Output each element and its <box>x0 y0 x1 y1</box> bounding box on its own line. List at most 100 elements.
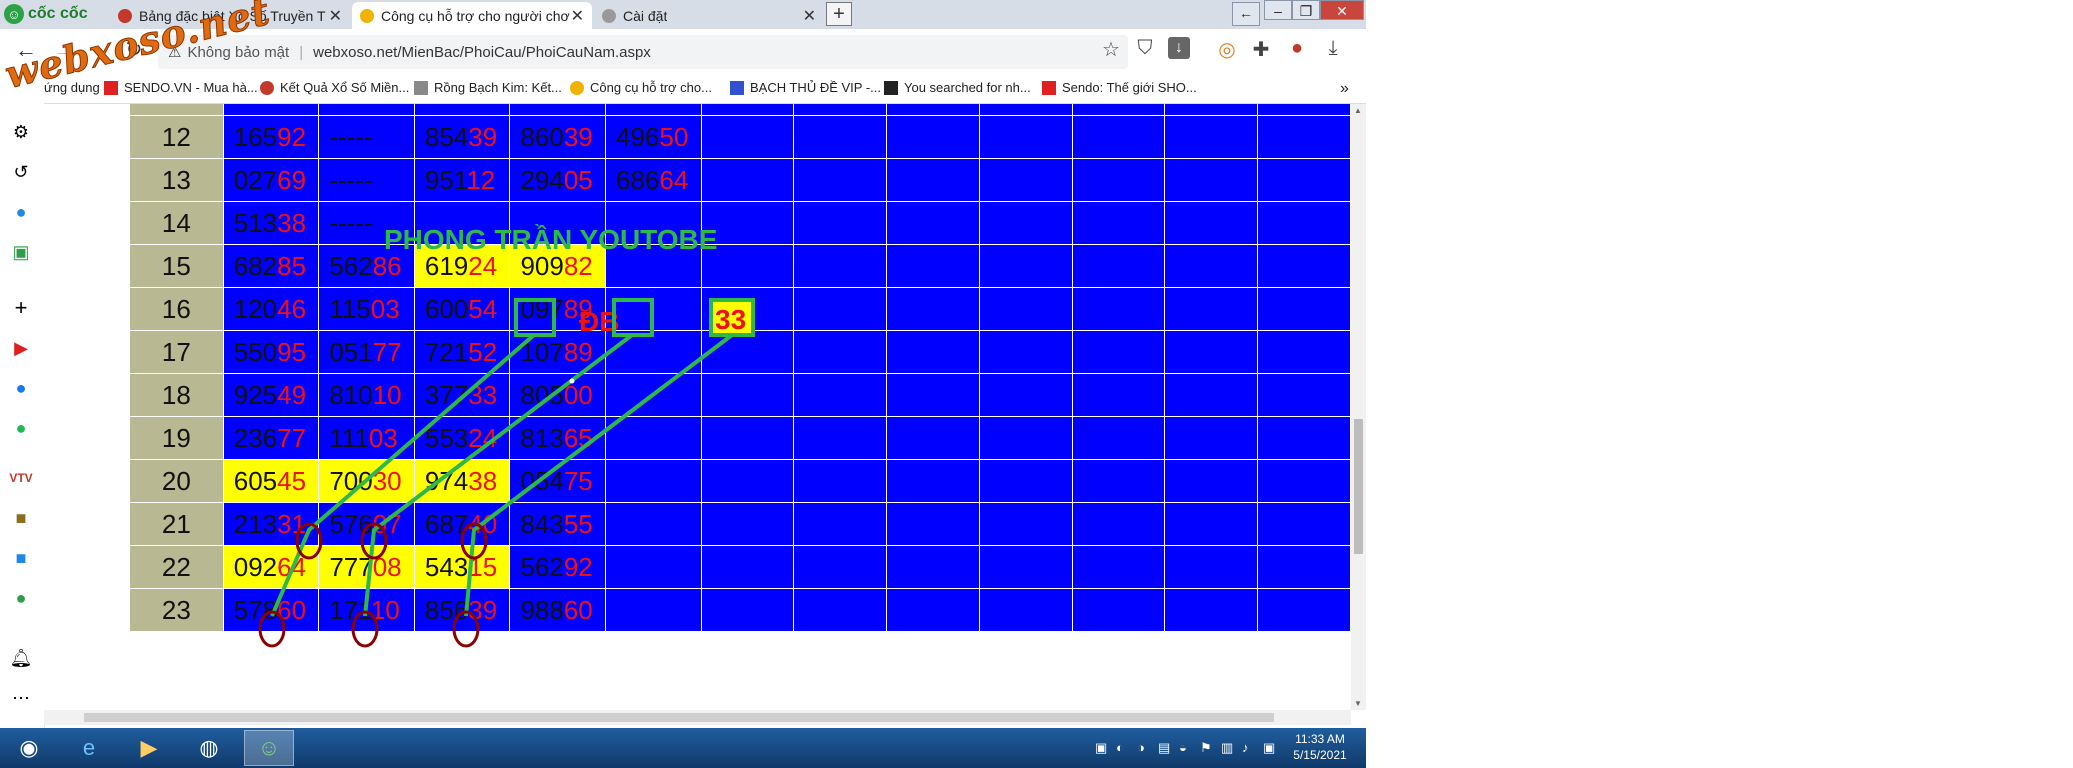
tab-settings[interactable]: Cài đặt ✕ <box>594 2 824 29</box>
vertical-scrollbar[interactable]: ▲ ▼ <box>1351 104 1366 710</box>
result-cell: 29013 <box>509 104 606 116</box>
address-bar[interactable]: ⚠ Không bảo mật | webxoso.net/MienBac/Ph… <box>158 35 1128 69</box>
add-icon[interactable]: + <box>9 295 33 320</box>
vtv-icon[interactable]: VTV <box>9 466 33 490</box>
empty-cell <box>700 115 795 159</box>
history-icon[interactable]: ↺ <box>9 160 33 184</box>
more-icon[interactable]: ⋯ <box>9 686 33 710</box>
tray-icon[interactable]: ◑ <box>1137 740 1145 755</box>
number-suffix: 07 <box>372 508 402 539</box>
more-bookmarks-icon[interactable]: » <box>1340 80 1349 98</box>
extension-icon[interactable]: ◎ <box>1214 37 1240 62</box>
clock[interactable]: 11:33 AM 5/15/2021 <box>1285 731 1355 763</box>
sendo-icon <box>1042 80 1056 95</box>
tray-icon[interactable]: ▤ <box>1158 740 1170 756</box>
close-icon[interactable]: ✕ <box>571 6 584 26</box>
flag-icon[interactable]: ⚑ <box>1200 740 1212 756</box>
back-arrow-icon[interactable]: ← <box>1232 2 1260 26</box>
empty-cell <box>978 373 1073 417</box>
tab-phoi-cau[interactable]: Công cụ hỗ trợ cho người chơ ✕ <box>352 2 592 29</box>
coccoc-logo[interactable]: ☺ cốc cốc <box>4 3 104 25</box>
number-prefix: 055 <box>224 104 277 109</box>
network-icon[interactable]: ▥ <box>1221 740 1233 756</box>
profile-icon[interactable]: ● <box>1284 37 1310 60</box>
number-prefix: 294 <box>520 164 564 195</box>
horizontal-scrollbar[interactable] <box>44 710 1351 725</box>
row-number: 14 <box>129 201 224 245</box>
close-window-button[interactable]: ✕ <box>1320 0 1364 20</box>
bookmark-you-searched[interactable]: You searched for nh... <box>884 80 1031 95</box>
row-number: 23 <box>129 588 224 632</box>
empty-cell <box>1071 244 1166 288</box>
location-icon[interactable]: ● <box>9 586 33 610</box>
messenger-icon[interactable]: ● <box>9 200 33 224</box>
download-box-icon[interactable]: ↓ <box>1168 37 1190 59</box>
chrome-icon[interactable]: ◍ <box>184 730 234 766</box>
scrollbar-thumb[interactable] <box>1354 419 1363 554</box>
bookmark-rong-bach-kim[interactable]: Rồng Bạch Kim: Kết... <box>414 80 562 95</box>
volume-icon[interactable]: ♪ <box>1242 740 1249 755</box>
scrollbar-thumb[interactable] <box>84 713 1274 722</box>
bookmark-ket-qua[interactable]: Kết Quả Xổ Số Miền... <box>260 80 409 95</box>
result-cell: 05177 <box>318 330 415 374</box>
number-suffix: 70 <box>659 104 688 109</box>
media-player-icon[interactable]: ▶ <box>124 730 174 766</box>
game-icon[interactable]: ▣ <box>9 240 33 264</box>
result-cell <box>509 201 606 245</box>
close-icon[interactable]: ✕ <box>803 6 816 26</box>
facebook-icon[interactable]: ● <box>9 376 33 400</box>
game-thumbnail-icon[interactable]: ■ <box>9 506 33 530</box>
table-row: 19 23677 11103 55324 81365 <box>129 416 1351 460</box>
bookmark-bach-thu[interactable]: BẠCH THỦ ĐỀ VIP -... <box>730 80 881 95</box>
number-prefix: 777 <box>329 551 373 582</box>
table-row: 12 16592 ----- 85439 86039 49650 <box>129 115 1351 159</box>
close-icon[interactable]: ✕ <box>329 6 342 26</box>
puzzle-icon[interactable]: ✚ <box>1248 37 1274 62</box>
number-suffix: 92 <box>277 121 307 152</box>
bookmark-sendo[interactable]: SENDO.VN - Mua hà... <box>104 80 258 95</box>
scroll-up-icon[interactable]: ▲ <box>1354 106 1362 115</box>
minimize-button[interactable]: ‒ <box>1264 0 1292 20</box>
empty-cell <box>1257 104 1351 116</box>
youtube-icon[interactable]: ▶ <box>9 336 33 360</box>
coccoc-taskbar-icon[interactable]: ☺ <box>244 730 294 766</box>
tray-icon[interactable]: ◒ <box>1179 740 1187 755</box>
result-cell: ----- <box>318 104 415 116</box>
star-icon[interactable]: ☆ <box>1098 37 1124 62</box>
spotify-icon[interactable]: ● <box>9 416 33 440</box>
new-tab-button[interactable]: + <box>826 2 852 26</box>
tray-icon[interactable]: ◐ <box>1116 740 1124 755</box>
shield-icon[interactable]: ⛉ <box>1132 37 1158 60</box>
result-cell: ----- <box>318 201 415 245</box>
bookmark-label: Công cụ hỗ trợ cho... <box>590 80 712 95</box>
number-prefix: 120 <box>233 293 278 324</box>
number-suffix: 60 <box>277 594 307 625</box>
tray-icon[interactable]: ▣ <box>1095 740 1107 756</box>
number-prefix: 097 <box>520 293 564 324</box>
internet-explorer-icon[interactable]: e <box>64 730 114 766</box>
number-prefix: 686 <box>616 164 660 195</box>
bell-icon[interactable]: 🔔︎ <box>9 646 33 670</box>
number-suffix: 45 <box>277 465 307 496</box>
result-cell: 84355 <box>509 502 606 546</box>
table-row: 15 68285 56286 61924 90982 <box>129 244 1351 288</box>
taskbar: ◉ e ▶ ◍ ☺ ▣ ◐ ◑ ▤ ◒ ⚑ ▥ ♪ ▣ 11:33 AM 5/1… <box>0 728 1366 768</box>
empty-cell <box>978 287 1073 331</box>
number-suffix: 85 <box>277 250 307 281</box>
tray-icon[interactable]: ▣ <box>1263 740 1275 756</box>
scroll-down-icon[interactable]: ▼ <box>1354 699 1362 708</box>
bookmark-sendo-2[interactable]: Sendo: Thế giới SHO... <box>1042 80 1197 95</box>
number-prefix: 813 <box>520 422 564 453</box>
number-suffix: 92 <box>563 551 593 582</box>
page-content: 1105507-----4752629013574701216592-----8… <box>44 104 1351 710</box>
result-cell: 90982 <box>509 244 606 288</box>
start-button-icon[interactable]: ◉ <box>4 730 54 766</box>
tiki-icon[interactable]: ■ <box>9 546 33 570</box>
settings-icon[interactable]: ⚙ <box>9 120 33 144</box>
result-cell: 37733 <box>413 373 511 417</box>
bookmark-cong-cu[interactable]: Công cụ hỗ trợ cho... <box>570 80 712 95</box>
result-cell: 80500 <box>509 373 606 417</box>
restore-button[interactable]: ❐ <box>1292 0 1320 20</box>
download-icon[interactable]: ⤓ <box>1320 37 1346 60</box>
empty-cell <box>1164 416 1259 460</box>
